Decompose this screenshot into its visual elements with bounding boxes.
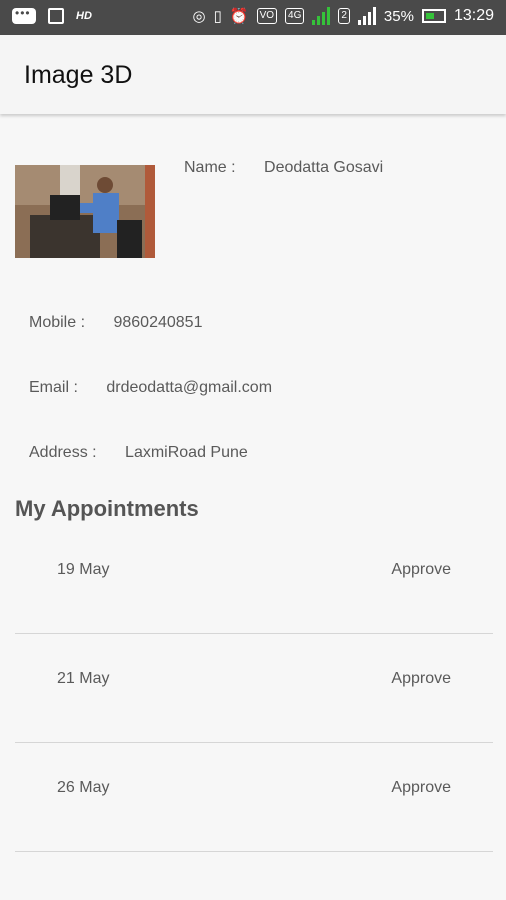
name-label: Name : [184,159,236,176]
mobile-value: 9860240851 [113,314,203,331]
appointment-item[interactable]: 19 May Approve [15,524,493,634]
message-icon [12,6,36,24]
mobile-label: Mobile : [29,314,86,331]
appointment-status: Approve [391,779,451,796]
appointment-status: Approve [391,670,451,687]
profile-photo [15,165,155,258]
appointment-status: Approve [391,561,451,578]
battery-percent: 35% [383,7,414,25]
hd-indicator: HD [76,10,92,22]
appointments-heading: My Appointments [15,496,199,521]
app-bar: Image 3D [0,35,506,114]
alarm-icon: ⏰ [229,8,249,25]
volte-icon: VO [256,8,278,24]
mobile-row: Mobile : 9860240851 [29,314,202,332]
signal-strength-sim2-icon [357,7,376,25]
network-type-icon: 4G [285,8,305,24]
clock: 13:29 [453,7,494,24]
status-bar: HD ◎ ▯ ⏰ VO 4G 2 35% 13:29 [0,0,506,35]
battery-icon [421,9,446,23]
address-label: Address : [29,444,97,461]
appointment-date: 21 May [57,670,110,687]
appointment-item[interactable]: 26 May Approve [15,742,493,852]
address-row: Address : LaxmiRoad Pune [29,444,248,462]
appointment-date: 26 May [57,779,110,796]
email-row: Email : drdeodatta@gmail.com [29,379,272,397]
email-label: Email : [29,379,78,396]
hotspot-icon: ◎ [192,8,206,25]
signal-strength-icon [312,7,331,25]
appointment-date: 19 May [57,561,110,578]
name-row: Name : Deodatta Gosavi [184,159,383,177]
appointment-item[interactable]: 21 May Approve [15,633,493,743]
page-title: Image 3D [24,61,133,89]
sim2-icon: 2 [338,8,350,24]
email-value: drdeodatta@gmail.com [106,379,273,396]
notification-icon [48,8,64,24]
name-value: Deodatta Gosavi [264,159,384,176]
vibrate-icon: ▯ [213,8,222,25]
address-value: LaxmiRoad Pune [125,444,248,461]
